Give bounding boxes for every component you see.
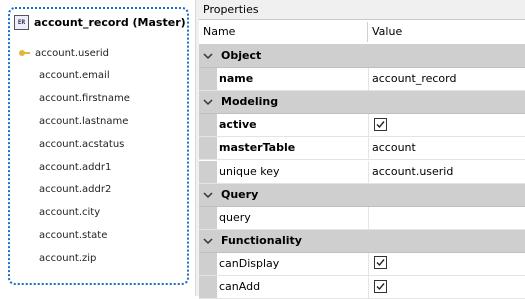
- column-name: account.addr1: [39, 161, 112, 173]
- property-row[interactable]: query: [199, 206, 525, 230]
- checkmark-icon: [376, 259, 385, 267]
- property-value[interactable]: [368, 252, 525, 275]
- name-column-header[interactable]: Name: [199, 20, 235, 44]
- property-row[interactable]: unique key account.userid: [199, 160, 525, 184]
- property-value[interactable]: account.userid: [368, 160, 525, 183]
- property-value[interactable]: account_record: [368, 68, 525, 91]
- column-name: account.userid: [35, 47, 109, 59]
- property-value[interactable]: [368, 206, 525, 229]
- column-row[interactable]: account.lastname: [18, 113, 128, 129]
- collapse-chevron-icon[interactable]: [203, 98, 213, 106]
- property-name: active: [219, 118, 257, 132]
- column-name: account.lastname: [39, 115, 129, 127]
- column-name: account.zip: [39, 252, 97, 264]
- column-row[interactable]: account.city: [18, 205, 100, 221]
- category-label: Functionality: [221, 233, 302, 247]
- checkbox[interactable]: [374, 256, 387, 270]
- property-name: name: [219, 72, 254, 86]
- table-title: account_record (Master): [34, 15, 186, 29]
- primary-key-icon: [19, 50, 30, 56]
- property-value[interactable]: [368, 114, 525, 137]
- property-row[interactable]: masterTable account: [199, 137, 525, 161]
- property-row[interactable]: name account_record: [199, 68, 525, 92]
- row-gutter: [199, 160, 217, 183]
- collapse-chevron-icon[interactable]: [203, 52, 213, 60]
- checkbox[interactable]: [374, 117, 387, 131]
- row-gutter: [199, 114, 217, 137]
- category-row[interactable]: Query: [199, 183, 525, 207]
- row-gutter: [199, 137, 217, 160]
- column-row[interactable]: account.email: [18, 68, 110, 84]
- row-gutter: [199, 276, 217, 298]
- table-header[interactable]: ER account_record (Master): [14, 13, 186, 31]
- column-row[interactable]: account.addr1: [18, 159, 111, 175]
- category-row[interactable]: Modeling: [199, 91, 525, 115]
- column-name: account.email: [39, 70, 110, 82]
- checkmark-icon: [376, 282, 385, 290]
- checkmark-icon: [376, 120, 385, 128]
- diagram-canvas[interactable]: ER account_record (Master) account.useri…: [0, 0, 195, 296]
- table-icon: ER: [14, 14, 29, 30]
- properties-title: Properties: [199, 0, 525, 20]
- properties-panel: Properties Name Value Object name account_…: [199, 0, 525, 299]
- category-label: Query: [221, 187, 259, 201]
- column-row[interactable]: account.state: [18, 227, 107, 243]
- row-gutter: [199, 206, 217, 229]
- column-name: account.state: [39, 229, 108, 241]
- row-gutter: [199, 252, 217, 275]
- category-label: Object: [221, 49, 262, 62]
- row-gutter: [199, 68, 217, 91]
- value-column-header[interactable]: Value: [368, 20, 402, 44]
- column-row[interactable]: account.firstname: [18, 91, 130, 107]
- column-row[interactable]: account.acstatus: [18, 136, 124, 152]
- property-row[interactable]: active: [199, 114, 525, 138]
- column-name: account.addr2: [39, 184, 112, 196]
- column-row[interactable]: account.zip: [18, 250, 96, 266]
- column-row[interactable]: account.addr2: [18, 182, 111, 198]
- category-row[interactable]: Functionality: [199, 229, 525, 253]
- property-name: unique key: [219, 164, 280, 178]
- category-label: Modeling: [221, 95, 279, 109]
- property-name: canAdd: [219, 280, 261, 293]
- property-name: masterTable: [219, 141, 296, 155]
- property-row[interactable]: canDisplay: [199, 252, 525, 276]
- property-value[interactable]: [368, 276, 525, 298]
- property-name: canDisplay: [219, 256, 280, 270]
- table-entity[interactable]: ER account_record (Master) account.useri…: [8, 7, 189, 285]
- checkbox[interactable]: [374, 279, 387, 293]
- grid-header: Name Value: [199, 20, 525, 45]
- column-name: account.firstname: [39, 93, 130, 105]
- collapse-chevron-icon[interactable]: [203, 237, 213, 245]
- category-row[interactable]: Object: [199, 45, 525, 68]
- column-name: account.acstatus: [39, 138, 125, 150]
- column-row[interactable]: account.userid: [18, 45, 109, 61]
- property-value[interactable]: account: [368, 137, 525, 160]
- column-name: account.city: [39, 207, 101, 219]
- collapse-chevron-icon[interactable]: [203, 191, 213, 199]
- property-name: query: [219, 210, 251, 224]
